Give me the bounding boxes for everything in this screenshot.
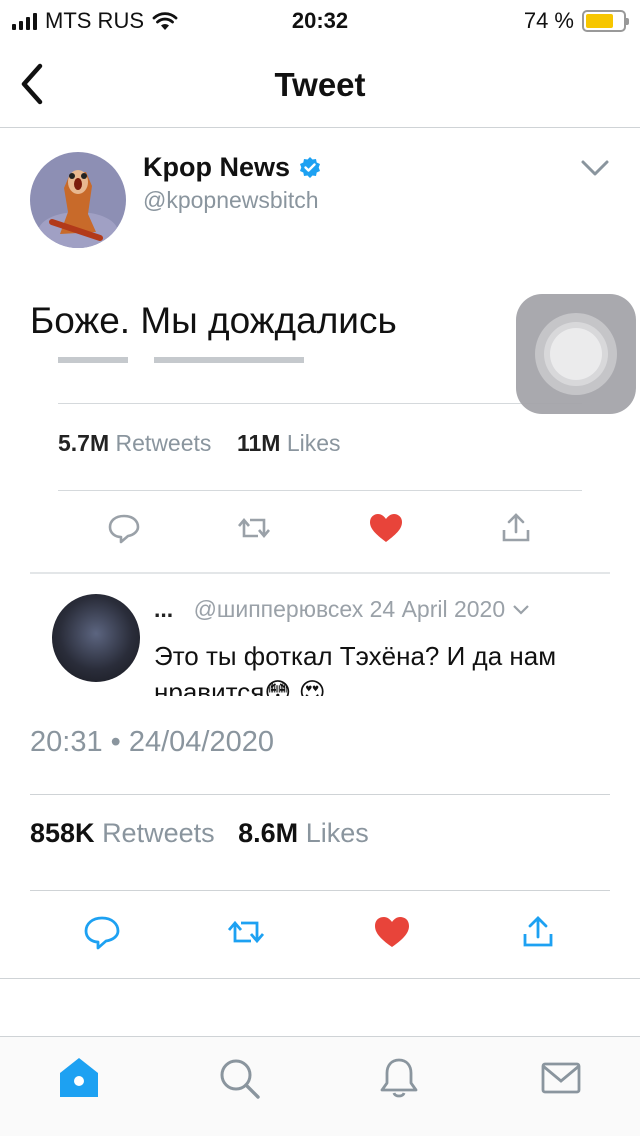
reply-avatar [52, 594, 140, 682]
assistive-touch-button[interactable] [516, 294, 636, 414]
tweet-action-bar [0, 912, 640, 958]
retweets-label[interactable]: Retweets [102, 818, 215, 848]
avatar-image [30, 152, 126, 248]
chevron-down-icon [512, 605, 529, 615]
reply-handle: @шипперювсех [193, 596, 364, 622]
battery-level [586, 14, 613, 28]
messages-icon[interactable] [538, 1055, 584, 1101]
home-icon[interactable] [56, 1055, 102, 1101]
author-avatar[interactable] [30, 152, 126, 248]
like-icon[interactable] [372, 912, 412, 952]
like-icon [370, 514, 402, 542]
status-bar: MTS RUS 20:32 74 % [0, 0, 640, 42]
reply-text: Это ты фоткал Тэхёна? И да нам нравится😳… [154, 641, 557, 696]
share-icon[interactable] [518, 912, 558, 952]
embed-retweets-count: 5.7M [58, 430, 110, 456]
status-right: 74 % [523, 8, 629, 34]
reply-meta: ... @шипперювсех 24 April 2020 [154, 596, 530, 623]
tweet-stats: 858K Retweets 8.6M Likes [30, 818, 385, 849]
divider [30, 890, 610, 891]
embed-divider [58, 490, 582, 491]
verified-badge-icon [300, 156, 321, 178]
embed-cut-timestamp [58, 354, 308, 382]
tab-bar [0, 1036, 640, 1136]
likes-count[interactable]: 8.6M [238, 818, 298, 848]
retweets-count[interactable]: 858K [30, 818, 95, 848]
embed-divider [58, 403, 582, 404]
embed-stats: 5.7M Retweets 11M Likes [58, 430, 341, 457]
divider [0, 978, 640, 979]
battery-percent: 74 % [523, 8, 574, 33]
divider [30, 794, 610, 795]
share-icon [502, 513, 530, 542]
retweet-icon [238, 517, 270, 539]
tweet-timestamp: 20:31 • 24/04/2020 [30, 726, 274, 758]
tweet-text: Боже. Мы дождались [30, 300, 397, 341]
notifications-icon[interactable] [376, 1055, 422, 1101]
author-handle[interactable]: @kpopnewsbitch [143, 187, 319, 214]
embed-section-divider [30, 572, 610, 574]
embed-action-bar [0, 508, 640, 554]
page-title: Tweet [274, 66, 366, 103]
reply-icon [108, 514, 140, 544]
embed-retweets-label: Retweets [115, 430, 212, 456]
search-icon[interactable] [216, 1055, 262, 1101]
nav-bar: Tweet [0, 42, 640, 128]
chevron-down-icon[interactable] [580, 158, 610, 178]
reply-dots: ... [154, 596, 174, 622]
embed-likes-count: 11M [236, 430, 281, 456]
reply-icon[interactable] [82, 912, 122, 952]
author-name[interactable]: Kpop News [143, 152, 322, 183]
reply-date: 24 April 2020 [369, 596, 506, 622]
battery-icon [582, 10, 629, 32]
retweet-icon[interactable] [226, 912, 266, 952]
likes-label[interactable]: Likes [306, 818, 369, 848]
author-name-text: Kpop News [143, 152, 291, 182]
embed-likes-label: Likes [286, 430, 341, 456]
